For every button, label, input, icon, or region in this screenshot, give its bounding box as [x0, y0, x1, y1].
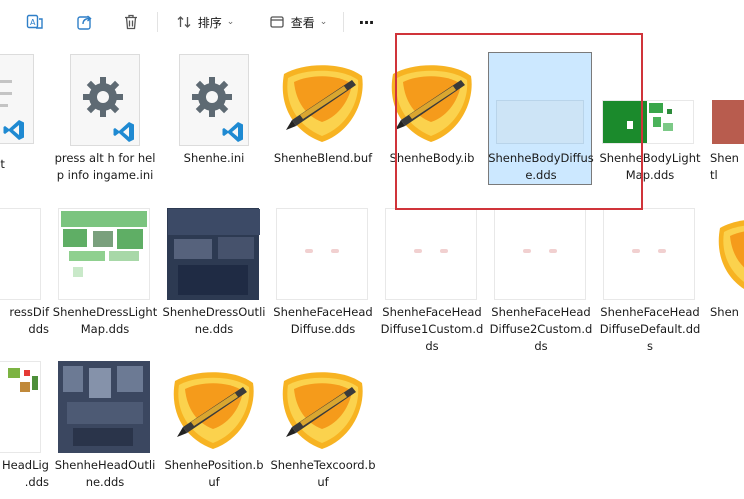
gear-icon	[83, 77, 123, 117]
sort-button[interactable]: 排序 ⌄	[168, 8, 242, 36]
file-thumbnail	[161, 206, 267, 306]
file-name: press alt h for help info ingame.ini	[54, 151, 156, 182]
file-name: Shen tl	[710, 151, 739, 182]
file-name: ShenheDressOutline.dds	[162, 305, 266, 336]
more-options-button[interactable]: ···	[350, 8, 382, 36]
chevron-down-icon: ⌄	[319, 17, 328, 27]
file-thumbnail	[597, 206, 703, 306]
file-thumbnail	[379, 206, 485, 306]
vscode-icon	[113, 122, 134, 142]
file-name: Shen	[710, 305, 739, 319]
texture-preview	[0, 208, 41, 300]
delete-button[interactable]	[116, 8, 146, 36]
file-thumbnail	[52, 206, 158, 306]
file-thumbnail	[161, 52, 267, 152]
vscode-icon	[222, 122, 243, 142]
file-thumbnail	[270, 52, 376, 152]
file-thumbnail	[0, 359, 49, 459]
pen-app-icon	[718, 220, 744, 289]
file-thumbnail	[52, 52, 158, 152]
vscode-icon	[3, 120, 24, 140]
more-icon: ···	[358, 12, 374, 32]
pen-app-icon	[282, 65, 363, 142]
texture-preview	[385, 208, 477, 300]
file-name: ShenheFaceHeadDiffuse.dds	[273, 305, 373, 336]
pen-app-icon	[282, 372, 363, 449]
file-thumbnail	[270, 359, 376, 459]
file-name: txt	[0, 157, 5, 171]
texture-preview	[58, 361, 150, 453]
texture-preview	[712, 100, 744, 144]
file-thumbnail	[0, 206, 49, 306]
file-name: ShenheTexcoord.buf	[270, 458, 376, 489]
file-name: ShenhePosition.buf	[164, 458, 264, 489]
file-name: ShenheDressLightMap.dds	[52, 305, 158, 336]
file-name: ShenheFaceHeadDiffuseDefault.dds	[599, 305, 701, 353]
texture-preview	[0, 361, 41, 453]
file-name: ShenheFaceHeadDiffuse1Custom.dds	[380, 305, 484, 353]
share-button[interactable]	[70, 8, 100, 36]
file-thumbnail	[706, 206, 744, 306]
translate-icon: A	[26, 14, 43, 29]
texture-preview	[494, 208, 586, 300]
file-thumbnail	[488, 206, 594, 306]
view-button[interactable]: 查看 ⌄	[258, 8, 338, 36]
chevron-down-icon: ⌄	[226, 17, 235, 27]
sort-icon	[177, 16, 191, 28]
file-thumbnail	[161, 359, 267, 459]
annotation-box	[395, 33, 643, 210]
file-name: Shenhe.ini	[183, 151, 245, 165]
file-name: ShenheHeadOutline.dds	[54, 458, 156, 489]
file-name: ShenheBlend.buf	[273, 151, 373, 165]
file-thumbnail	[0, 52, 50, 152]
file-thumbnail	[706, 52, 744, 152]
svg-text:A: A	[30, 18, 36, 27]
share-icon	[77, 15, 92, 30]
texture-preview	[167, 208, 260, 300]
toolbar-separator	[343, 12, 344, 32]
view-label: 查看	[290, 15, 315, 30]
pen-app-icon	[173, 372, 254, 449]
texture-preview	[58, 208, 150, 300]
translate-button[interactable]: A	[20, 8, 50, 36]
file-thumbnail	[270, 206, 376, 306]
gear-icon	[192, 77, 232, 117]
texture-preview	[276, 208, 368, 300]
file-thumbnail	[52, 359, 158, 459]
view-icon	[270, 16, 284, 28]
texture-preview	[603, 208, 695, 300]
file-name: HeadLig .dds	[2, 458, 49, 489]
sort-label: 排序	[197, 15, 222, 30]
file-name: ShenheFaceHeadDiffuse2Custom.dds	[489, 305, 593, 353]
trash-icon	[125, 14, 137, 30]
file-name: ressDif dds	[9, 305, 49, 336]
toolbar-separator	[157, 12, 158, 32]
